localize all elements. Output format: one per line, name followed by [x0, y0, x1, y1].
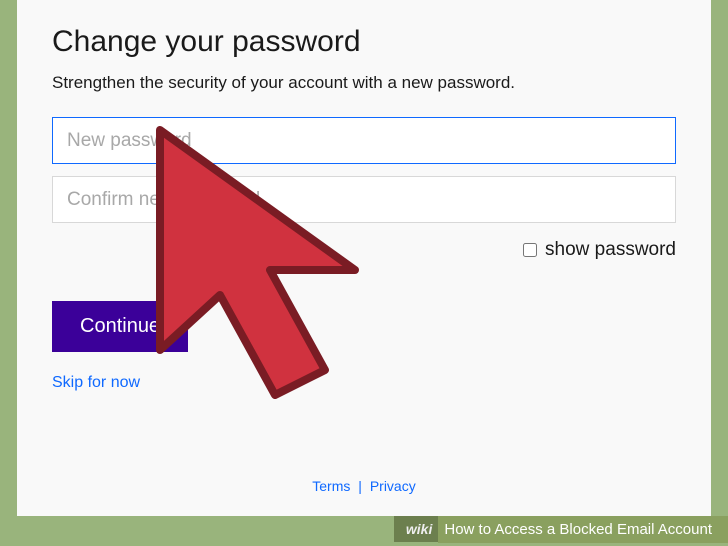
caption-bar: wiki How to Access a Blocked Email Accou… [394, 515, 728, 543]
separator: | [358, 478, 362, 494]
caption-prefix: wiki [394, 516, 438, 542]
new-password-input[interactable] [52, 117, 676, 164]
show-password-label: show password [545, 239, 676, 261]
page-subtitle: Strengthen the security of your account … [52, 73, 676, 93]
caption-text: How to Access a Blocked Email Account [438, 516, 728, 543]
show-password-checkbox[interactable] [523, 243, 537, 257]
caption-brand: wiki [406, 521, 432, 537]
confirm-password-input[interactable] [52, 176, 676, 223]
continue-button[interactable]: Continue [52, 301, 188, 352]
skip-link[interactable]: Skip for now [52, 374, 140, 391]
page-title: Change your password [52, 25, 676, 59]
change-password-panel: Change your password Strengthen the secu… [17, 0, 711, 516]
privacy-link[interactable]: Privacy [370, 478, 416, 494]
footer-links: Terms | Privacy [17, 478, 711, 494]
show-password-row: show password [52, 239, 676, 261]
terms-link[interactable]: Terms [312, 478, 350, 494]
